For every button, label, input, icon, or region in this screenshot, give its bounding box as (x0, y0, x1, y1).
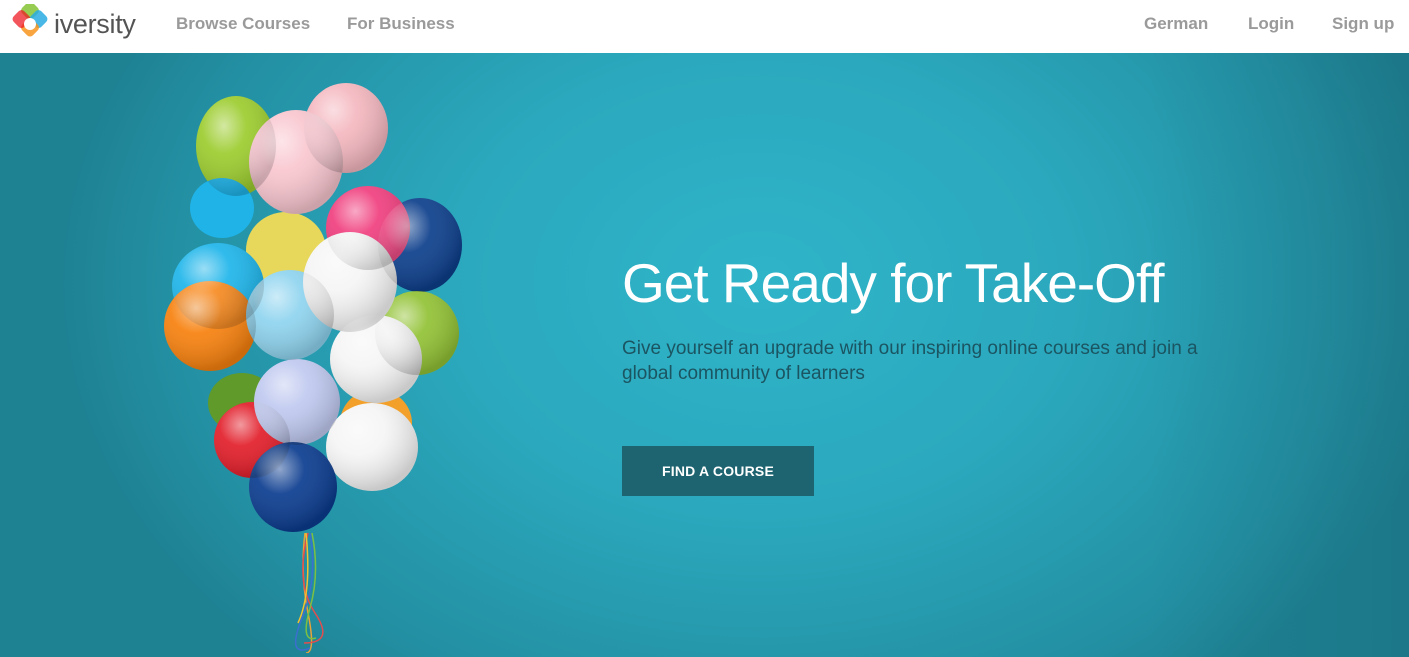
hero-headline: Get Ready for Take-Off (622, 252, 1165, 314)
nav-login[interactable]: Login (1248, 14, 1294, 34)
brand-name: iversity (54, 8, 136, 39)
nav-for-business[interactable]: For Business (347, 14, 455, 34)
hero-subtext: Give yourself an upgrade with our inspir… (622, 338, 1198, 384)
balloons-illustration (164, 83, 462, 653)
iversity-logo-icon (12, 4, 48, 37)
nav-language-german[interactable]: German (1144, 14, 1208, 34)
find-a-course-button[interactable]: FIND A COURSE (622, 446, 814, 496)
nav-sign-up[interactable]: Sign up (1332, 14, 1394, 34)
hero-banner: Get Ready for Take-Off Give yourself an … (0, 53, 1409, 657)
nav-browse-courses[interactable]: Browse Courses (176, 14, 310, 34)
top-navigation-bar: iversity Browse Courses For Business Ger… (0, 0, 1409, 53)
iversity-logo[interactable]: iversity (10, 3, 136, 45)
